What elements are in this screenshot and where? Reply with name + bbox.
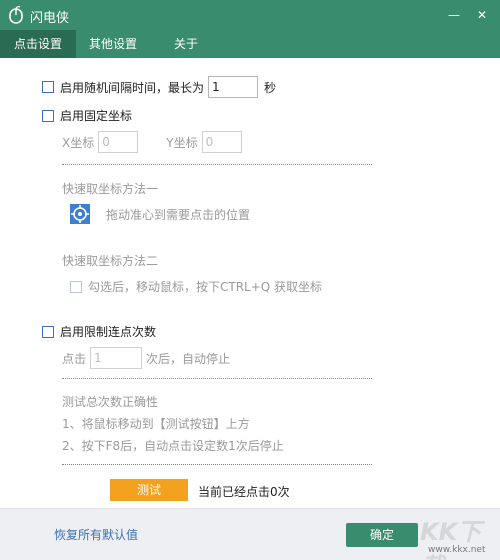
- title-bar: 闪电侠 — ✕: [0, 0, 500, 30]
- tab-about[interactable]: 关于: [150, 30, 222, 58]
- method1-desc: 拖动准心到需要点击的位置: [106, 207, 251, 222]
- random-interval-input[interactable]: 1: [208, 76, 259, 98]
- limit-prefix: 点击: [62, 351, 87, 366]
- click-settings-panel: 启用随机间隔时间，最长为 1 秒 启用固定坐标 X坐标 0 Y坐标 0 快速取坐…: [0, 58, 500, 508]
- seconds-unit-label: 秒: [264, 80, 277, 95]
- watermark-url: www.kkx.net: [428, 545, 486, 555]
- tab-click-settings[interactable]: 点击设置: [0, 30, 76, 58]
- limit-suffix: 次后，自动停止: [146, 351, 231, 366]
- test-button[interactable]: 测试: [110, 479, 188, 501]
- tab-bar: 点击设置 其他设置 关于: [0, 30, 500, 58]
- divider: [62, 378, 372, 379]
- crosshair-row: 拖动准心到需要点击的位置: [70, 204, 250, 224]
- limit-clicks-checkbox[interactable]: [42, 325, 54, 338]
- divider: [62, 464, 372, 465]
- minimize-button[interactable]: —: [443, 4, 465, 26]
- fixed-coords-label: 启用固定坐标: [60, 109, 133, 123]
- test-step1: 1、将鼠标移动到【测试按钮】上方: [62, 417, 250, 431]
- x-coord-input[interactable]: 0: [98, 131, 139, 153]
- method2-label: 勾选后，移动鼠标，按下CTRL+Q 获取坐标: [88, 280, 323, 294]
- limit-clicks-row: 启用限制连点次数: [42, 323, 156, 340]
- x-coord-label: X坐标: [62, 135, 95, 150]
- ok-button[interactable]: 确定: [346, 523, 418, 547]
- y-coord-label: Y坐标: [166, 135, 198, 150]
- fixed-coords-row: 启用固定坐标: [42, 107, 132, 124]
- crosshair-icon[interactable]: [70, 204, 90, 224]
- method2-title: 快速取坐标方法二: [62, 254, 159, 268]
- method2-row: 勾选后，移动鼠标，按下CTRL+Q 获取坐标: [70, 278, 322, 295]
- coords-input-row: X坐标 0 Y坐标 0: [62, 131, 242, 153]
- random-interval-row: 启用随机间隔时间，最长为 1 秒: [42, 76, 276, 98]
- random-interval-label: 启用随机间隔时间，最长为: [60, 80, 205, 95]
- fixed-coords-checkbox[interactable]: [42, 109, 54, 122]
- tab-other-settings[interactable]: 其他设置: [78, 30, 148, 58]
- method2-checkbox[interactable]: [70, 280, 82, 293]
- test-step2: 2、按下F8后，自动点击设定数1次后停止: [62, 439, 284, 453]
- watermark: KK下载 www.kkx.net: [418, 512, 498, 560]
- limit-count-input[interactable]: 1: [90, 347, 143, 369]
- test-title: 测试总次数正确性: [62, 395, 159, 409]
- divider: [62, 164, 372, 165]
- random-interval-checkbox[interactable]: [42, 81, 54, 93]
- window-title: 闪电侠: [30, 11, 70, 26]
- mouse-icon: [9, 6, 23, 24]
- limit-count-row: 点击 1 次后，自动停止: [62, 347, 230, 369]
- limit-clicks-label: 启用限制连点次数: [60, 325, 157, 339]
- reset-defaults-link[interactable]: 恢复所有默认值: [54, 526, 138, 543]
- click-count-status: 当前已经点击0次: [198, 485, 290, 499]
- close-button[interactable]: ✕: [471, 4, 493, 26]
- y-coord-input[interactable]: 0: [201, 131, 242, 153]
- method1-title: 快速取坐标方法一: [62, 182, 159, 196]
